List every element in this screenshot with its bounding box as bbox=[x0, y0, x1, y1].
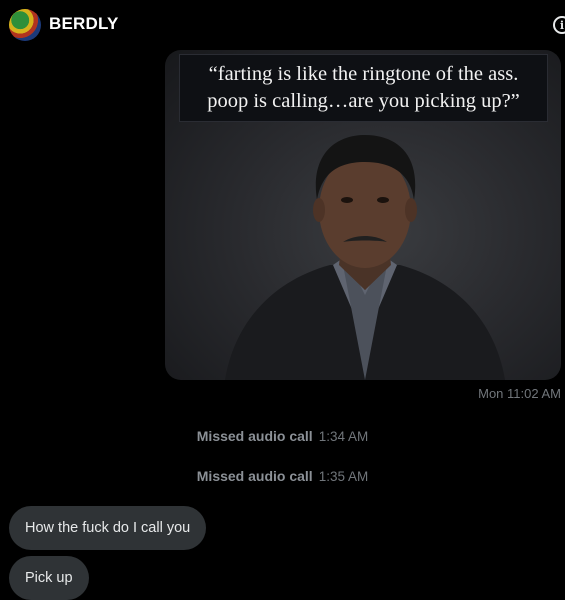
meme-caption: “farting is like the ringtone of the ass… bbox=[179, 54, 548, 122]
missed-call-event: Missed audio call 1:35 AM bbox=[0, 468, 565, 484]
missed-call-label: Missed audio call bbox=[196, 468, 313, 484]
message-timestamp: Mon 11:02 AM bbox=[478, 386, 561, 401]
missed-call-time: 1:35 AM bbox=[318, 469, 369, 484]
avatar[interactable] bbox=[9, 9, 41, 41]
missed-call-label: Missed audio call bbox=[196, 428, 313, 444]
info-icon[interactable]: i bbox=[553, 16, 565, 34]
incoming-message-bubble[interactable]: How the fuck do I call you bbox=[9, 506, 207, 550]
conversation-title[interactable]: BERDLY bbox=[49, 14, 119, 34]
image-message[interactable]: “farting is like the ringtone of the ass… bbox=[165, 50, 561, 380]
conversation-header: BERDLY i bbox=[0, 0, 565, 50]
missed-call-event: Missed audio call 1:34 AM bbox=[0, 428, 565, 444]
incoming-message-bubble[interactable]: Pick up bbox=[9, 556, 89, 600]
missed-call-time: 1:34 AM bbox=[318, 429, 369, 444]
